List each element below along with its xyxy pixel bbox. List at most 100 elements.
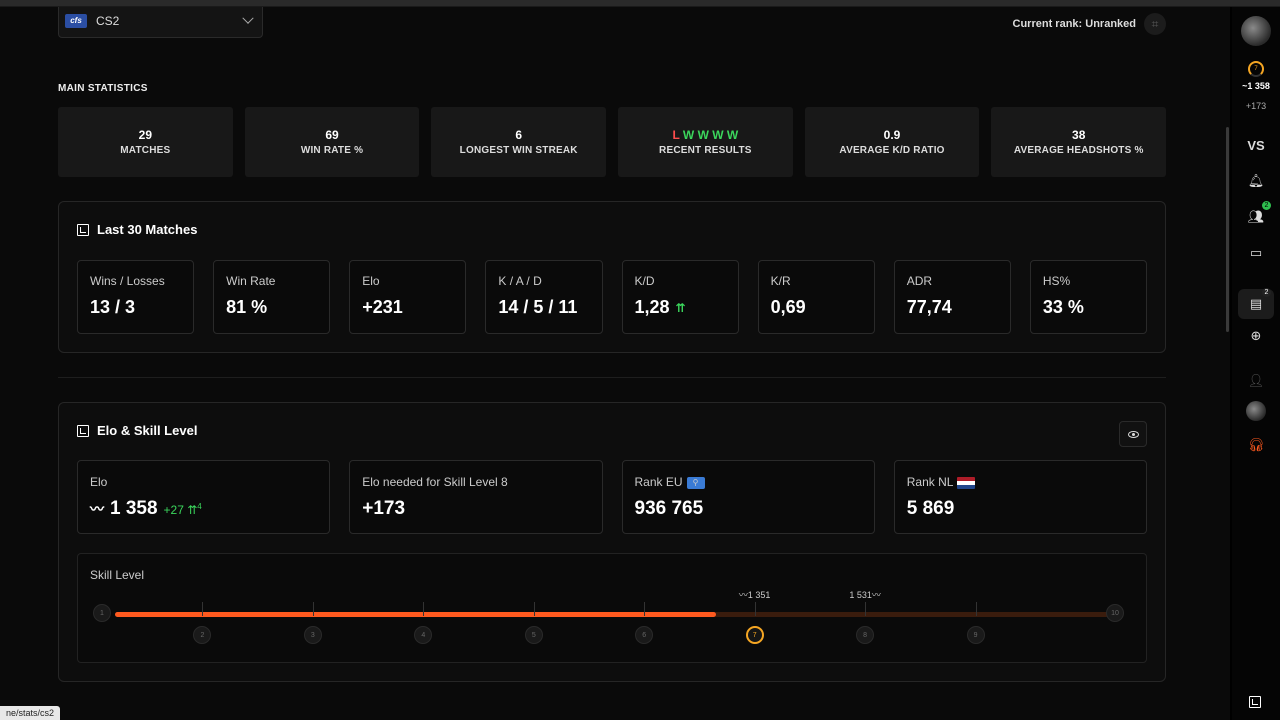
rank-nl-card: Rank NL 5 869 <box>893 460 1147 534</box>
elo-needed-card: Elo needed for Skill Level 8 +173 <box>349 460 603 534</box>
mini-card-hs: HS% 33 % <box>1029 260 1147 334</box>
stat-label: WIN RATE % <box>300 145 364 156</box>
elo-trend-icon: 〰 <box>90 501 104 517</box>
mini-value-text: 13 / 3 <box>90 297 136 317</box>
skill-level-7: 7 <box>745 626 764 644</box>
stat-label: LONGEST WIN STREAK <box>459 145 578 156</box>
section-divider <box>58 377 1166 378</box>
skill-level-4: 4 <box>414 626 433 644</box>
mini-value-text: 33 % <box>1042 297 1084 317</box>
last-matches-panel: Last 30 Matches Wins / Losses 13 / 3 Win… <box>58 201 1166 353</box>
elo-cards-row: Elo 〰 1 358 +27 ⇈4 Elo needed for Skill … <box>77 460 1147 534</box>
mini-card-adr: ADR 77,74 <box>893 260 1011 334</box>
elo-skill-title: Elo & Skill Level <box>77 423 197 438</box>
elo-skill-panel: Elo & Skill Level Elo 〰 1 358 +27 ⇈4 Elo… <box>58 402 1166 682</box>
mini-value: 33 % <box>1043 297 1134 318</box>
faceit-logo-icon[interactable] <box>1244 691 1266 713</box>
stat-value: 38 <box>1072 128 1086 142</box>
skill-level-8: 8 <box>856 626 875 644</box>
mark-high-text: 1 531 <box>849 590 872 600</box>
mini-label: K/R <box>770 274 791 288</box>
brand-mark <box>1249 696 1261 708</box>
game-selector[interactable]: cfs CS2 <box>58 7 263 38</box>
scrollbar[interactable] <box>1226 127 1229 332</box>
skill-tick <box>644 602 646 616</box>
party-icon[interactable]: ▤ 2 <box>1244 288 1271 316</box>
mini-card-wins-losses: Wins / Losses 13 / 3 <box>77 260 195 334</box>
elo-gain: +27 ⇈4 <box>163 501 202 517</box>
party-member-avatar[interactable] <box>1246 401 1266 421</box>
mini-card-elo: Elo +231 <box>349 260 467 334</box>
rank-eu-text: Rank EU <box>634 475 683 489</box>
sidebar-elo: ~1 358 <box>1242 81 1270 91</box>
elo-card: Elo 〰 1 358 +27 ⇈4 <box>77 460 331 534</box>
elo-gain-text: +27 <box>163 502 184 517</box>
game-logo-icon: cfs <box>65 13 87 28</box>
skill-level-6: 6 <box>635 626 654 644</box>
skill-progress-track <box>115 612 1109 617</box>
mini-value: 77,74 <box>907 297 998 318</box>
mini-value: +231 <box>362 297 453 318</box>
vs-button[interactable]: VS <box>1244 133 1268 157</box>
stat-label: RECENT RESULTS <box>659 145 752 156</box>
toggle-visibility-button[interactable] <box>1119 421 1147 447</box>
stat-value: 69 <box>325 128 339 142</box>
stat-label: AVERAGE K/D RATIO <box>839 145 945 156</box>
current-rank: Current rank: Unranked ⌗ <box>1013 13 1166 35</box>
user-slot-icon[interactable]: 👤︎ <box>1244 369 1268 393</box>
stat-card-longest-streak: 6 LONGEST WIN STREAK <box>431 107 607 177</box>
skill-tick <box>975 602 977 616</box>
rank-eu-value: 936 765 <box>634 498 704 519</box>
headset-icon[interactable]: 🎧︎ <box>1244 433 1268 457</box>
mini-value-text: 81 % <box>226 297 268 317</box>
elo-label: Elo <box>90 475 108 489</box>
mini-label: K/D <box>634 274 655 288</box>
skill-level-5: 5 <box>524 626 543 644</box>
stat-card-matches: 29 MATCHES <box>58 107 233 177</box>
mini-value-text: 14 / 5 / 11 <box>498 297 578 317</box>
faceit-icon <box>77 424 89 437</box>
friends-icon[interactable]: 👥︎ 2 <box>1244 201 1271 229</box>
chat-icon[interactable]: ▭ <box>1244 241 1268 265</box>
skill-tick <box>202 602 204 616</box>
rank-eu-card: Rank EU ⚲ 936 765 <box>621 460 875 534</box>
mini-card-kr: K/R 0,69 <box>757 260 875 334</box>
rank-nl-value: 5 869 <box>906 498 955 519</box>
stat-card-avg-kd: 0.9 AVERAGE K/D RATIO <box>804 107 980 177</box>
skill-tick <box>312 602 314 616</box>
mini-card-kad: K / A / D 14 / 5 / 11 <box>485 260 603 334</box>
skill-tick <box>865 602 867 616</box>
skill-level-9: 9 <box>966 626 985 644</box>
mini-value-text: 1,28 <box>634 297 670 317</box>
browser-top-bar <box>0 0 1280 7</box>
skill-tick <box>533 602 535 616</box>
friends-badge: 2 <box>1262 201 1271 210</box>
mini-value-text: +231 <box>362 297 403 317</box>
mini-value-text: 77,74 <box>906 297 952 317</box>
user-avatar[interactable] <box>1241 16 1271 46</box>
skill-tick <box>754 602 756 616</box>
bell-icon[interactable]: 🔔︎ <box>1244 169 1268 193</box>
elo-number: 1 358 <box>110 498 158 519</box>
stat-card-recent-results: L W W W W RECENT RESULTS <box>618 107 793 177</box>
mark-low-text: 1 351 <box>747 590 771 600</box>
mini-label: K / A / D <box>498 274 542 288</box>
trend-up-icon: ⇈ <box>675 300 686 315</box>
elo-needed-value: +173 <box>362 498 406 519</box>
add-icon[interactable]: ⊕ <box>1244 324 1268 348</box>
skill-level-1: 1 <box>93 604 111 622</box>
status-url: ne/stats/cs2 <box>0 706 61 720</box>
stat-value: 29 <box>138 128 153 142</box>
last-matches-row: Wins / Losses 13 / 3 Win Rate 81 % Elo +… <box>77 260 1147 334</box>
mini-value-text: 0,69 <box>770 297 806 317</box>
recent-results: L W W W W <box>672 128 738 142</box>
stat-value: 0.9 <box>883 128 901 142</box>
stat-label: MATCHES <box>120 145 171 156</box>
skill-level-icon: 7 <box>1248 61 1264 77</box>
panel-title-text: Elo & Skill Level <box>97 423 198 438</box>
current-rank-label: Current rank: Unranked <box>1012 18 1136 30</box>
stat-card-win-rate: 69 WIN RATE % <box>244 107 420 177</box>
chevron-down-icon <box>242 12 254 24</box>
elo-needed-label: Elo needed for Skill Level 8 <box>362 475 508 489</box>
party-badge: 2 <box>1262 288 1271 297</box>
